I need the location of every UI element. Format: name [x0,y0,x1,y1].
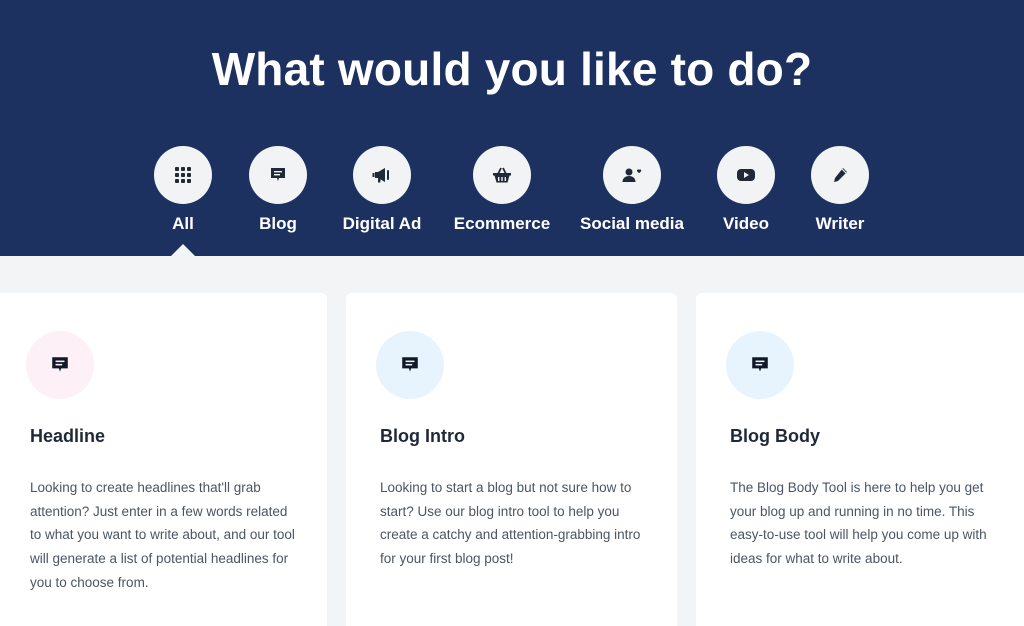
message-icon [249,146,307,204]
youtube-icon [717,146,775,204]
category-label: Social media [580,214,684,233]
category-digital-ad[interactable]: Digital Ad [317,146,447,234]
pencil-icon [811,146,869,204]
tool-card-blog-body[interactable]: Blog Body The Blog Body Tool is here to … [696,293,1024,626]
header-banner: What would you like to do? All Blog Digi… [0,0,1024,256]
category-label: Digital Ad [342,214,422,233]
message-icon [26,331,94,399]
megaphone-icon [353,146,411,204]
tool-card-headline[interactable]: Headline Looking to create headlines tha… [0,293,327,626]
active-category-indicator [171,244,195,256]
category-writer[interactable]: Writer [775,146,905,234]
page-title: What would you like to do? [211,43,813,95]
card-description: Looking to create headlines that'll grab… [30,480,295,590]
category-label: Ecommerce [453,214,551,233]
category-social-media[interactable]: Social media [567,146,697,234]
message-icon [726,331,794,399]
tool-card-blog-intro[interactable]: Blog Intro Looking to start a blog but n… [346,293,677,626]
grid-icon [154,146,212,204]
card-title: Blog Body [730,426,820,446]
card-description: Looking to start a blog but not sure how… [380,480,641,567]
category-label: Writer [815,214,865,233]
card-title: Headline [30,426,106,446]
message-icon [376,331,444,399]
basket-icon [473,146,531,204]
category-ecommerce[interactable]: Ecommerce [437,146,567,234]
users-heart-icon [603,146,661,204]
card-description: The Blog Body Tool is here to help you g… [730,480,987,567]
card-title: Blog Intro [380,426,465,446]
